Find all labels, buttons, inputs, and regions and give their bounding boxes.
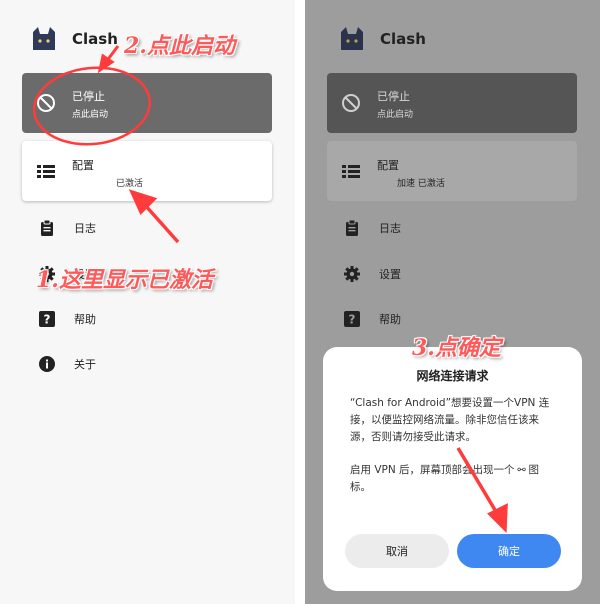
- annotation-step-3: 3.点确定: [412, 335, 501, 361]
- dialog-body: “Clash for Android”想要设置一个VPN 连接，以便监控网络流量…: [350, 395, 558, 512]
- dialog-vpn-note: 启用 VPN 后，屏幕顶部会出现一个 ⚯ 图标。: [350, 462, 558, 496]
- left-screen: Clash 已停止 点此启动 配置 已激活 日志 设置 ? 帮助 关于: [0, 0, 295, 604]
- svg-text:?: ?: [349, 313, 356, 327]
- svg-text:?: ?: [44, 313, 51, 327]
- menu-item-about[interactable]: 关于: [38, 354, 96, 374]
- app-title: Clash: [380, 30, 426, 48]
- menu-label-logs: 日志: [379, 222, 401, 235]
- menu-item-help[interactable]: ? 帮助: [38, 309, 96, 329]
- vpn-key-icon: ⚯: [517, 465, 526, 476]
- app-title: Clash: [72, 30, 118, 48]
- menu-item-logs[interactable]: 日志: [343, 218, 401, 238]
- clipboard-icon: [343, 219, 361, 237]
- menu-item-settings[interactable]: 设置: [343, 264, 401, 284]
- screen-divider: [295, 0, 305, 604]
- help-icon: ?: [38, 310, 56, 328]
- cancel-button[interactable]: 取消: [345, 534, 449, 568]
- status-card[interactable]: 已停止 点此启动: [22, 73, 272, 133]
- dialog-vpn-note-text: 启用 VPN 后，屏幕顶部会出现一个: [350, 464, 515, 476]
- menu-label-settings: 设置: [379, 268, 401, 281]
- status-subtitle: 点此启动: [377, 110, 414, 120]
- status-title: 已停止: [377, 90, 410, 103]
- profile-subtitle: 已激活: [116, 179, 144, 189]
- profile-subtitle: 加速 已激活: [397, 179, 445, 189]
- clash-cat-icon: [30, 26, 58, 52]
- vpn-request-dialog: 网络连接请求 “Clash for Android”想要设置一个VPN 连接，以…: [323, 347, 582, 591]
- profile-title: 配置: [377, 159, 399, 172]
- menu-label-help: 帮助: [379, 313, 401, 326]
- app-bar: Clash: [30, 24, 118, 54]
- gear-icon: [343, 265, 361, 283]
- list-icon: [36, 161, 56, 181]
- info-icon: [38, 355, 56, 373]
- annotation-step-2: 2.点此启动: [124, 33, 235, 59]
- block-icon: [341, 93, 361, 113]
- profile-card[interactable]: 配置 已激活: [22, 141, 272, 201]
- app-bar: Clash: [338, 24, 426, 54]
- annotation-step-1: 1.这里显示已激活: [36, 267, 213, 293]
- dialog-title: 网络连接请求: [416, 369, 489, 383]
- list-icon: [341, 161, 361, 181]
- dialog-message: “Clash for Android”想要设置一个VPN 连接，以便监控网络流量…: [350, 397, 550, 443]
- status-card[interactable]: 已停止 点此启动: [327, 73, 577, 133]
- profile-card[interactable]: 配置 加速 已激活: [327, 141, 577, 201]
- block-icon: [36, 93, 56, 113]
- profile-title: 配置: [72, 159, 94, 172]
- menu-label-about: 关于: [74, 358, 96, 371]
- status-subtitle: 点此启动: [72, 110, 109, 120]
- status-title: 已停止: [72, 90, 105, 103]
- menu-label-logs: 日志: [74, 222, 96, 235]
- menu-item-logs[interactable]: 日志: [38, 218, 96, 238]
- clipboard-icon: [38, 219, 56, 237]
- menu-label-help: 帮助: [74, 313, 96, 326]
- clash-cat-icon: [338, 26, 366, 52]
- help-icon: ?: [343, 310, 361, 328]
- menu-item-help[interactable]: ? 帮助: [343, 309, 401, 329]
- confirm-button[interactable]: 确定: [457, 534, 561, 568]
